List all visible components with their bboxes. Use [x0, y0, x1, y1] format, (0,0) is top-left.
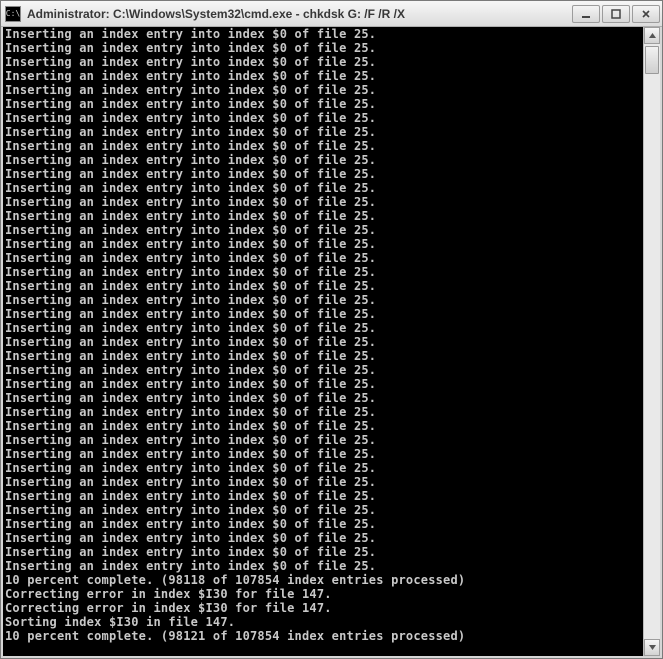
minimize-icon [581, 9, 591, 19]
console-output[interactable]: Inserting an index entry into index $0 o… [3, 27, 643, 656]
maximize-icon [611, 9, 621, 19]
window-title: Administrator: C:\Windows\System32\cmd.e… [27, 7, 570, 21]
close-button[interactable] [632, 5, 660, 23]
chevron-down-icon [648, 643, 657, 652]
titlebar[interactable]: C:\ Administrator: C:\Windows\System32\c… [1, 1, 662, 27]
minimize-button[interactable] [572, 5, 600, 23]
window-controls [570, 5, 660, 23]
scroll-thumb[interactable] [645, 46, 659, 74]
maximize-button[interactable] [602, 5, 630, 23]
vertical-scrollbar[interactable] [643, 27, 660, 656]
scroll-up-button[interactable] [644, 27, 660, 44]
cmd-window: C:\ Administrator: C:\Windows\System32\c… [0, 0, 663, 659]
cmd-app-icon: C:\ [5, 6, 21, 22]
chevron-up-icon [648, 31, 657, 40]
client-area: Inserting an index entry into index $0 o… [1, 27, 662, 658]
scroll-down-button[interactable] [644, 639, 660, 656]
scroll-track[interactable] [644, 44, 660, 639]
close-icon [641, 9, 651, 19]
